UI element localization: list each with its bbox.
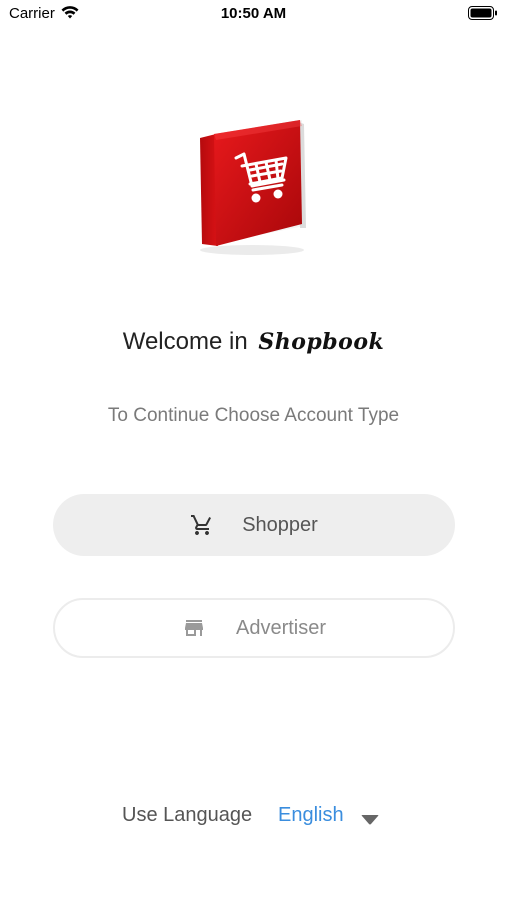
book-with-cart-icon	[200, 120, 306, 255]
caret-down-icon[interactable]	[361, 814, 379, 826]
status-bar: Carrier 10:50 AM	[0, 0, 507, 28]
brand-name: Shopbook	[258, 329, 385, 355]
account-type-screen: Carrier 10:50 AM Welcome in Shopbook To …	[0, 0, 507, 900]
advertiser-label: Advertiser	[235, 616, 327, 639]
store-icon	[184, 620, 203, 636]
advertiser-button[interactable]: Advertiser	[53, 598, 455, 658]
status-time: 10:50 AM	[220, 5, 287, 22]
welcome-prefix: Welcome in	[122, 328, 248, 355]
cart-icon	[191, 515, 212, 535]
language-selector: Use Language English	[0, 804, 507, 830]
welcome-heading: Welcome in Shopbook	[0, 328, 507, 356]
language-value[interactable]: English	[278, 804, 344, 827]
battery-icon	[468, 6, 497, 20]
language-label: Use Language	[122, 804, 253, 826]
shopper-button[interactable]: Shopper	[53, 494, 455, 556]
shopper-label: Shopper	[242, 513, 318, 536]
choose-account-subtitle: To Continue Choose Account Type	[107, 405, 400, 426]
